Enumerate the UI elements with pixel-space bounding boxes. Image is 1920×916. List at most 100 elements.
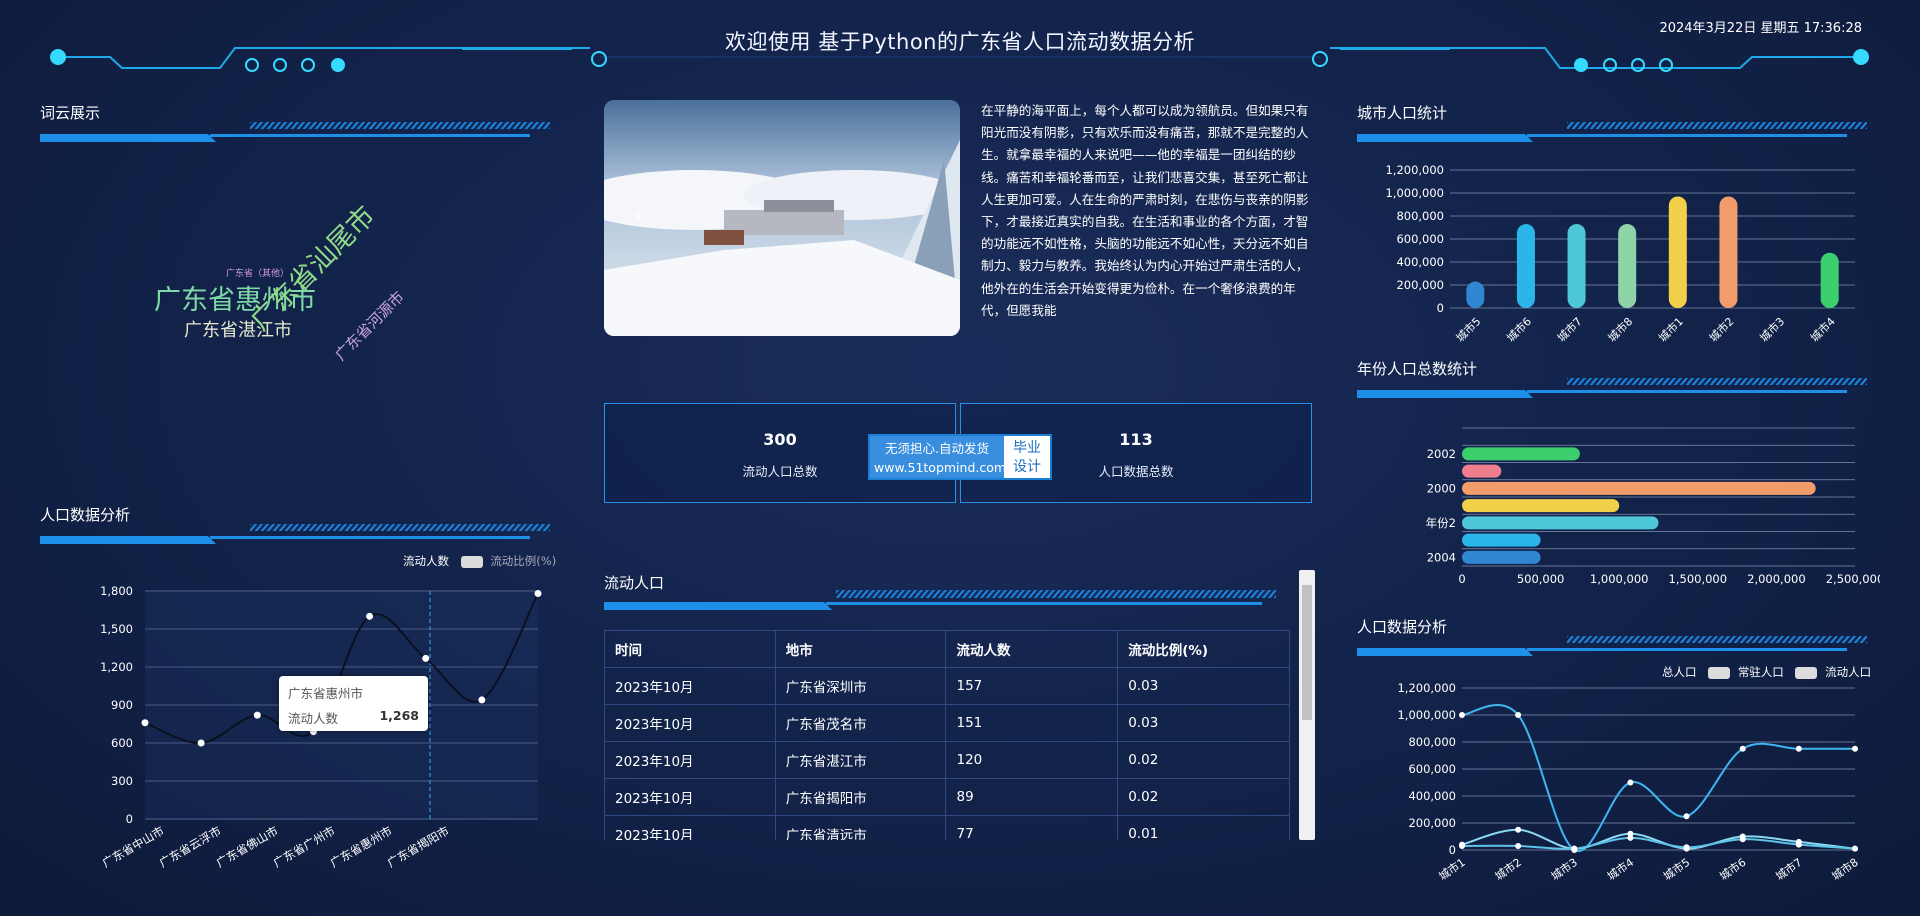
x-tick-label: 城市5: [1453, 314, 1483, 344]
data-point: [478, 696, 486, 704]
year-hbar-chart[interactable]: 2004 年份2 2000 2002 0 500,000 1,000,000 1,500,00…: [1360, 418, 1880, 590]
bar: [1462, 464, 1502, 478]
city-bar-chart[interactable]: 0 200,000 400,000 600,000 800,000 1,000,000 1,…: [1360, 160, 1880, 350]
y-tick-label: 1,200: [100, 660, 133, 674]
column-header[interactable]: 流动比例(%): [1117, 630, 1290, 668]
data-point: [253, 711, 261, 719]
multi-legend: 总人口 常驻人口 流动人口: [1662, 664, 1871, 680]
x-tick-label: 城市4: [1604, 855, 1636, 883]
x-tick-label: 2,500,000: [1826, 572, 1880, 586]
tooltip-label: 流动人数: [288, 711, 339, 726]
table-row[interactable]: 2023年10月 广东省清远市 77 0.01: [604, 815, 1290, 840]
flow-table-container[interactable]: 时间 地市 流动人数 流动比例(%) 2023年10月 广东省深圳市 157 0…: [604, 630, 1290, 840]
image-carousel[interactable]: ‹: [604, 100, 960, 336]
y-tick-label: 900: [111, 698, 133, 712]
y-tick-label: 0: [1449, 843, 1456, 857]
promo-line2: www.51topmind.com: [874, 460, 1007, 475]
y-tick-label: 0: [1437, 301, 1444, 315]
intro-text: 在平静的海平面上，每个人都可以成为领航员。但如果只有阳光而没有阴影，只有欢乐而没…: [981, 103, 1309, 318]
legend-swatch: [460, 555, 483, 568]
bar: [1462, 447, 1580, 461]
promo-badge[interactable]: 无须担心.自动发货 www.51topmind.com 毕业 设计: [868, 434, 1052, 480]
y-tick-label: 0: [126, 812, 133, 826]
column-header[interactable]: 时间: [604, 630, 776, 668]
legend-label-ratio[interactable]: 流动比例(%): [490, 554, 556, 568]
data-point: [1627, 834, 1634, 841]
legend-swatch: [1708, 666, 1731, 679]
table-row[interactable]: 2023年10月 广东省揭阳市 89 0.02: [604, 778, 1290, 816]
table-row[interactable]: 2023年10月 广东省深圳市 157 0.03: [604, 667, 1290, 705]
legend-label[interactable]: 总人口: [1662, 665, 1697, 679]
promo-right1: 毕业: [1013, 440, 1041, 456]
y-tick-label: 2002: [1427, 447, 1456, 461]
legend-swatch: [1795, 666, 1818, 679]
x-tick-label: 城市8: [1829, 855, 1861, 883]
table-cell: 89: [945, 778, 1119, 816]
scrollbar-thumb[interactable]: [1302, 585, 1312, 720]
y-tick-label: 2004: [1427, 550, 1456, 564]
table-cell: 0.03: [1117, 667, 1290, 705]
bar: [1462, 550, 1541, 564]
x-tick-label: 广东省揭阳市: [385, 823, 452, 870]
table-cell: 2023年10月: [604, 667, 776, 705]
x-tick-label: 500,000: [1517, 572, 1565, 586]
table-cell: 151: [945, 704, 1119, 742]
y-tick-label: 1,200,000: [1397, 681, 1456, 695]
table-row[interactable]: 2023年10月 广东省湛江市 120 0.02: [604, 741, 1290, 779]
bar: [1618, 224, 1637, 308]
table-cell: 0.02: [1117, 778, 1290, 816]
data-point: [1683, 813, 1690, 820]
table-cell: 2023年10月: [604, 704, 776, 742]
bar: [1719, 196, 1738, 308]
y-tick-label: 1,000,000: [1385, 186, 1444, 200]
promo-line1: 无须担心.自动发货: [885, 441, 989, 456]
table-cell: 157: [945, 667, 1119, 705]
x-tick-label: 城市1: [1436, 855, 1468, 883]
x-tick-label: 城市5: [1661, 855, 1693, 883]
table-cell: 广东省清远市: [774, 815, 947, 840]
column-header[interactable]: 地市: [774, 630, 947, 668]
x-tick-label: 城市6: [1504, 314, 1534, 344]
legend-label[interactable]: 常驻人口: [1738, 665, 1784, 679]
data-point: [1683, 844, 1690, 851]
x-tick-label: 2,000,000: [1747, 572, 1806, 586]
bar: [1820, 252, 1839, 308]
x-tick-label: 城市7: [1554, 314, 1584, 344]
legend-label-flow[interactable]: 流动人数: [403, 554, 449, 568]
panel-underline: [604, 590, 1276, 610]
x-tick-label: 1,500,000: [1669, 572, 1728, 586]
table-cell: 0.03: [1117, 704, 1290, 742]
bar: [1462, 481, 1816, 495]
x-tick-label: 城市3: [1757, 314, 1787, 344]
legend-label[interactable]: 流动人口: [1825, 665, 1871, 679]
x-tick-label: 城市2: [1492, 855, 1524, 883]
data-point: [1795, 841, 1802, 848]
series-line: [1461, 836, 1856, 850]
table-cell: 2023年10月: [604, 778, 776, 816]
x-tick-label: 城市3: [1548, 855, 1580, 883]
x-tick-label: 广东省惠州市: [328, 823, 395, 870]
panel-underline: [1357, 636, 1867, 656]
column-header[interactable]: 流动人数: [945, 630, 1119, 668]
data-point: [1571, 845, 1578, 852]
y-tick-label: 600: [111, 736, 133, 750]
table-cell: 广东省茂名市: [774, 704, 947, 742]
x-tick-label: 城市7: [1773, 855, 1805, 883]
data-point: [1515, 826, 1522, 833]
word-item: 广东省河源市: [331, 287, 408, 365]
y-tick-label: 1,000,000: [1397, 708, 1456, 722]
x-tick-label: 城市2: [1706, 314, 1736, 344]
data-point: [534, 590, 542, 598]
flow-table: 时间 地市 流动人数 流动比例(%) 2023年10月 广东省深圳市 157 0…: [604, 630, 1290, 840]
panel-underline: [40, 122, 550, 142]
multi-line-chart[interactable]: 0 200,000 400,000 600,000 800,000 1,000,000 1,…: [1360, 680, 1880, 912]
bar: [1668, 196, 1687, 308]
table-cell: 120: [945, 741, 1119, 779]
carousel-prev-button[interactable]: ‹: [634, 202, 642, 226]
x-tick-label: 城市6: [1717, 855, 1749, 883]
bar: [1462, 499, 1620, 513]
x-tick-label: 城市4: [1807, 314, 1837, 344]
table-row[interactable]: 2023年10月 广东省茂名市 151 0.03: [604, 704, 1290, 742]
table-cell: 广东省湛江市: [774, 741, 947, 779]
data-point: [366, 612, 374, 620]
